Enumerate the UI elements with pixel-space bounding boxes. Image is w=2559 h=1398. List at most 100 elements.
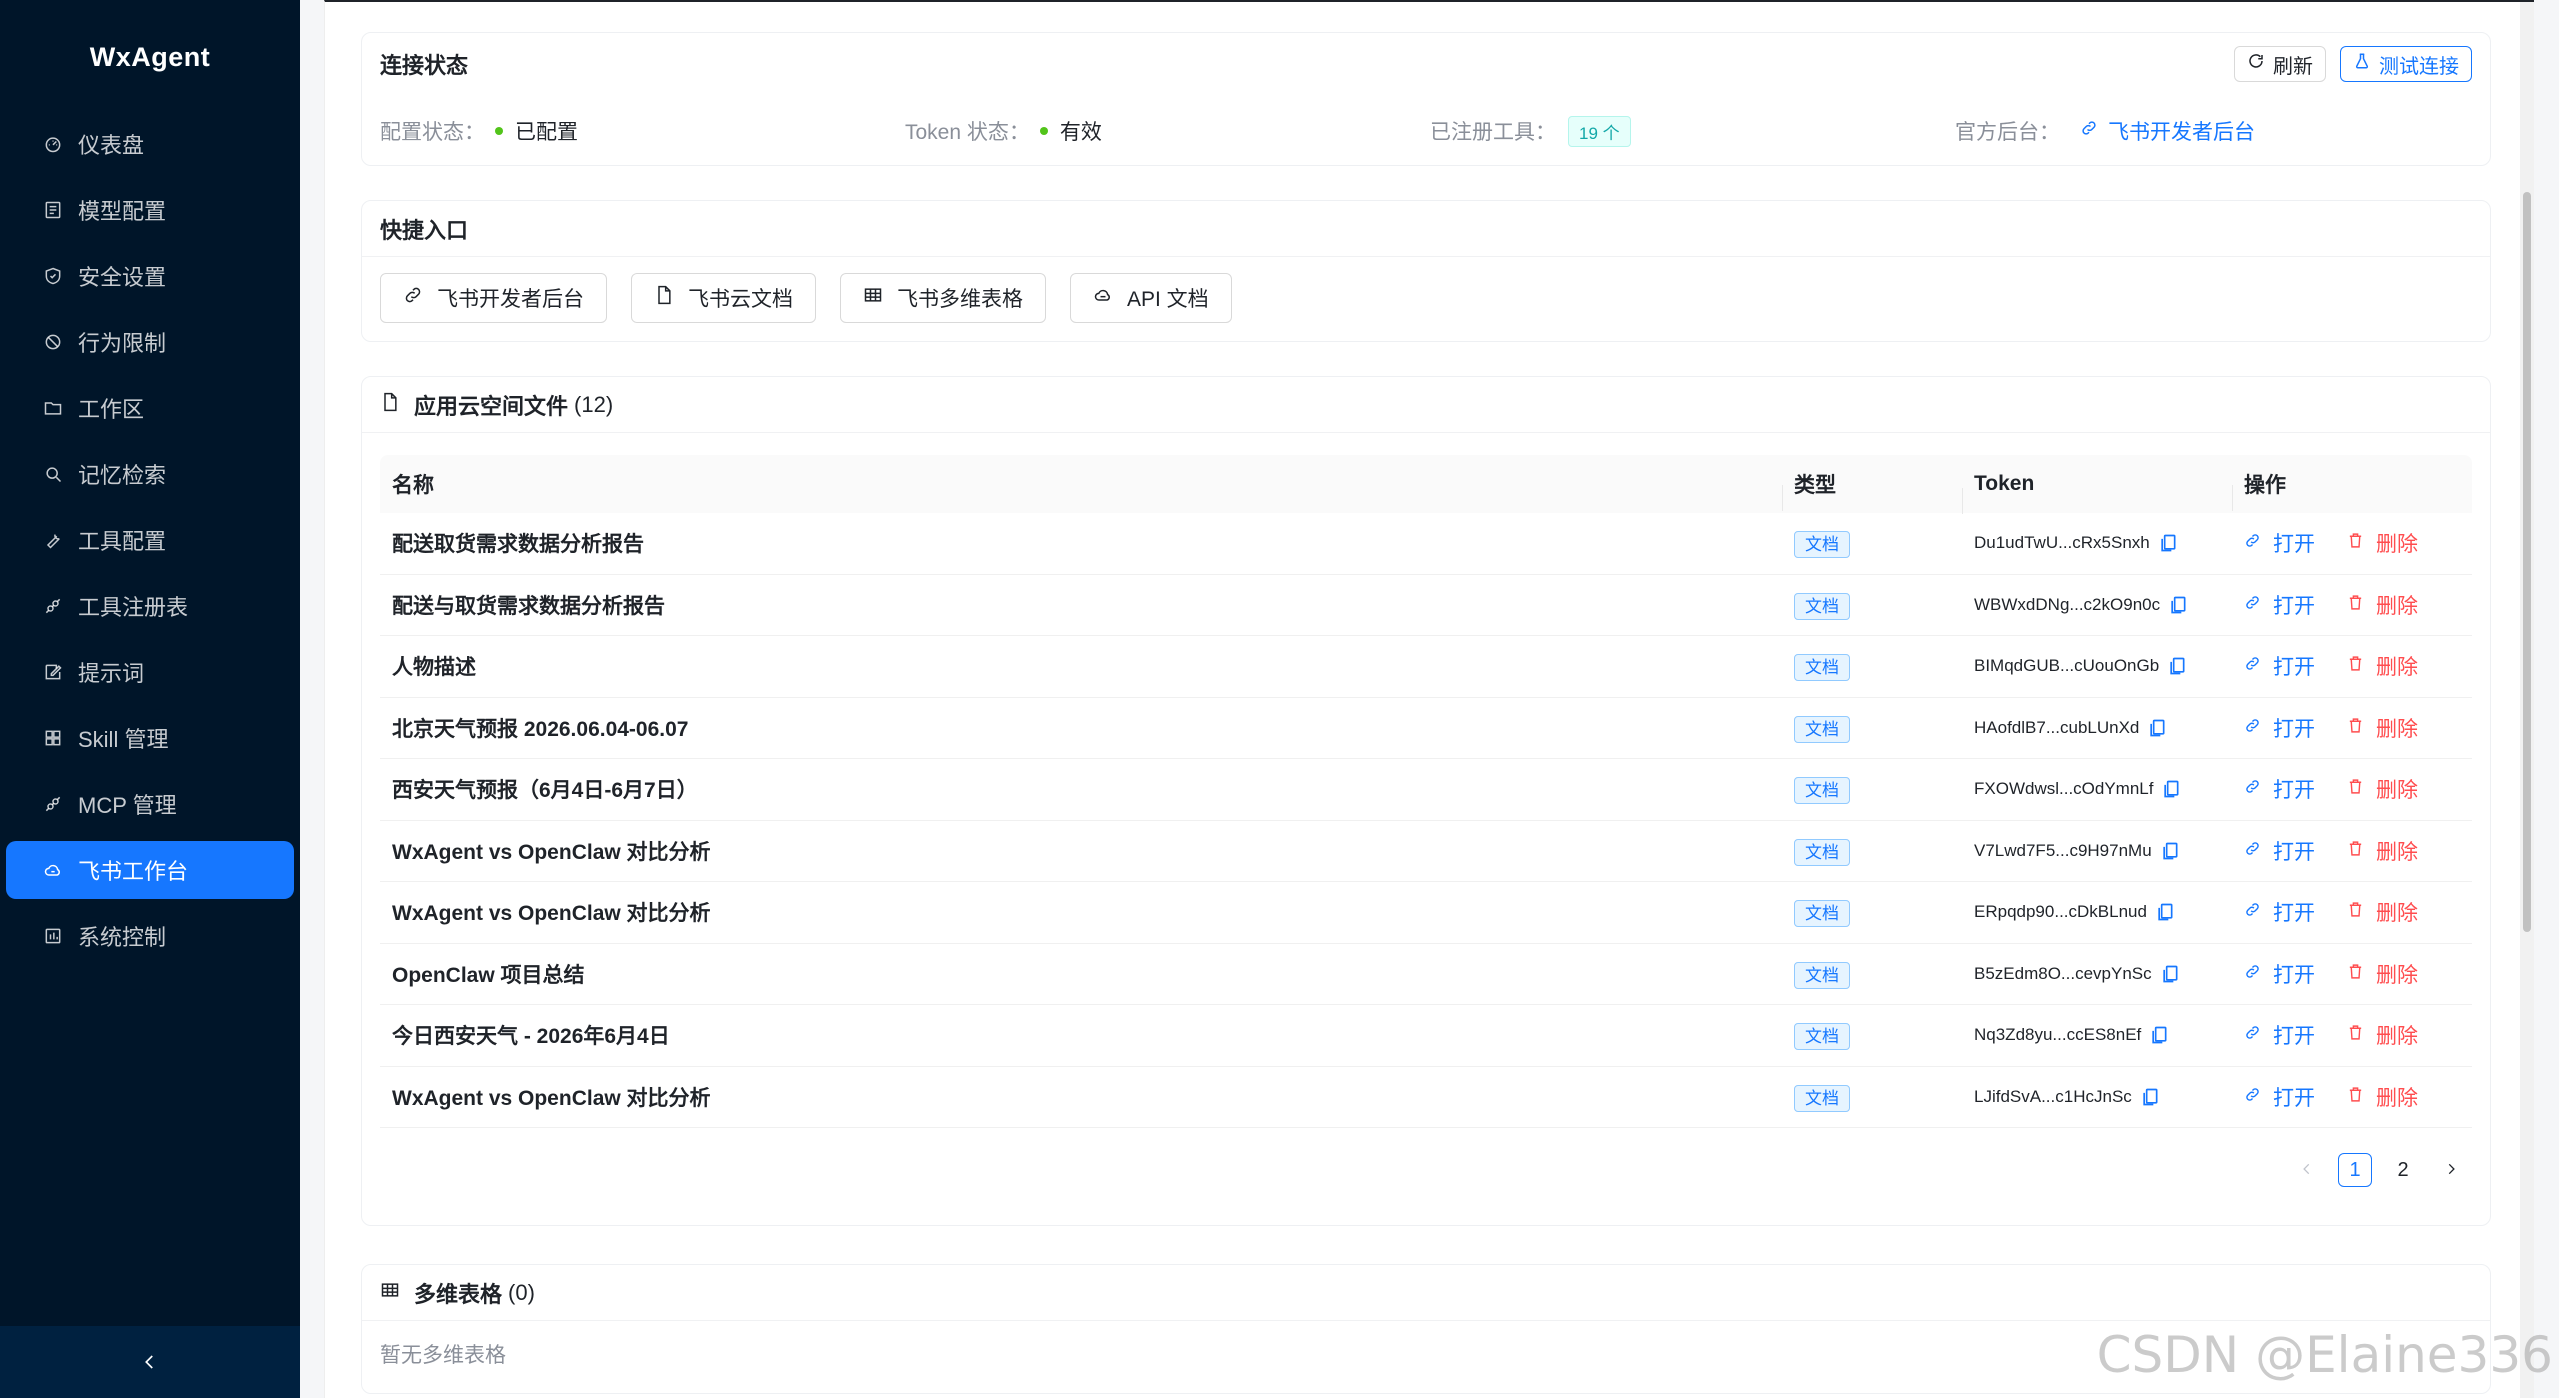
refresh-button[interactable]: 刷新 [2234, 46, 2326, 82]
refresh-label: 刷新 [2273, 55, 2313, 78]
sidebar-item-10[interactable]: MCP 管理 [6, 775, 294, 833]
sidebar-item-label: 系统控制 [78, 925, 167, 950]
quick-entry-button-1[interactable]: 飞书云文档 [631, 273, 816, 323]
copy-icon[interactable] [2161, 778, 2181, 800]
delete-file-button[interactable]: 删除 [2347, 959, 2418, 989]
open-file-button[interactable]: 打开 [2244, 774, 2315, 804]
token-status-label: Token 状态： [905, 121, 1030, 144]
copy-icon[interactable] [2149, 1024, 2169, 1046]
file-name: 配送取货需求数据分析报告 [392, 533, 644, 557]
sidebar-item-3[interactable]: 行为限制 [6, 313, 294, 371]
open-file-button[interactable]: 打开 [2244, 1082, 2315, 1112]
wrench-icon [42, 529, 64, 551]
copy-icon[interactable] [2167, 655, 2187, 677]
sidebar-item-7[interactable]: 工具注册表 [6, 577, 294, 635]
copy-icon[interactable] [2147, 717, 2167, 739]
trash-icon [2347, 1085, 2376, 1109]
open-file-button[interactable]: 打开 [2244, 590, 2315, 620]
open-label: 打开 [2273, 779, 2315, 803]
copy-icon[interactable] [2140, 1086, 2160, 1108]
table-row: WxAgent vs OpenClaw 对比分析 文档 ERpqdp90...c… [380, 882, 2472, 944]
sidebar-item-12[interactable]: 系统控制 [6, 907, 294, 965]
main-content: 连接状态 刷新 测试连接 配置状态： 已配置 Token 状态： 有效 已注册工… [324, 0, 2534, 1398]
copy-icon[interactable] [2158, 532, 2178, 554]
delete-file-button[interactable]: 删除 [2347, 528, 2418, 558]
delete-file-button[interactable]: 删除 [2347, 774, 2418, 804]
sidebar-item-5[interactable]: 记忆检索 [6, 445, 294, 503]
file-token: HAofdlB7...cubLUnXd [1974, 717, 2140, 737]
copy-icon[interactable] [2168, 594, 2188, 616]
sidebar-item-8[interactable]: 提示词 [6, 643, 294, 701]
open-file-button[interactable]: 打开 [2244, 528, 2315, 558]
file-name: WxAgent vs OpenClaw 对比分析 [392, 840, 711, 864]
file-token: WBWxdDNg...c2kO9n0c [1974, 594, 2161, 614]
config-status-value: 已配置 [515, 121, 578, 144]
test-connection-button[interactable]: 测试连接 [2340, 46, 2472, 82]
table-icon [380, 1280, 414, 1306]
open-file-button[interactable]: 打开 [2244, 959, 2315, 989]
delete-file-button[interactable]: 删除 [2347, 897, 2418, 927]
sidebar-item-label: 模型配置 [78, 199, 167, 224]
delete-file-button[interactable]: 删除 [2347, 1082, 2418, 1112]
file-type-badge: 文档 [1794, 654, 1850, 682]
sidebar-item-label: MCP 管理 [78, 793, 177, 818]
open-file-button[interactable]: 打开 [2244, 713, 2315, 743]
config-status: 配置状态： 已配置 [380, 116, 905, 146]
copy-icon[interactable] [2160, 840, 2180, 862]
cloud-files-header: 应用云空间文件 (12) [362, 377, 2490, 433]
link-icon [2244, 1085, 2273, 1109]
open-file-button[interactable]: 打开 [2244, 897, 2315, 927]
sidebar-item-1[interactable]: 模型配置 [6, 181, 294, 239]
scrollbar-thumb[interactable] [2523, 192, 2531, 932]
delete-file-button[interactable]: 删除 [2347, 651, 2418, 681]
quick-entry-button-0[interactable]: 飞书开发者后台 [380, 273, 607, 323]
open-label: 打开 [2273, 902, 2315, 926]
open-file-button[interactable]: 打开 [2244, 836, 2315, 866]
file-token: Nq3Zd8yu...ccES8nEf [1974, 1025, 2142, 1045]
sidebar-item-0[interactable]: 仪表盘 [6, 115, 294, 173]
quick-entry-button-3[interactable]: API 文档 [1070, 273, 1232, 323]
delete-file-button[interactable]: 删除 [2347, 1020, 2418, 1050]
app-logo-title[interactable]: WxAgent [0, 0, 300, 115]
open-label: 打开 [2273, 1086, 2315, 1110]
api-cloud-icon [1093, 285, 1127, 311]
file-token: V7Lwd7F5...c9H97nMu [1974, 840, 2152, 860]
pagination-page-2[interactable]: 2 [2386, 1153, 2420, 1187]
file-name: 今日西安天气 - 2026年6月4日 [392, 1025, 670, 1049]
sidebar-item-11[interactable]: 飞书工作台 [6, 841, 294, 899]
feishu-console-link[interactable]: 飞书开发者后台 [2080, 116, 2255, 146]
sidebar-collapse-button[interactable] [0, 1326, 300, 1398]
open-label: 打开 [2273, 717, 2315, 741]
files-table: 名称 类型 Token 操作 配送取货需求数据分析报告 文档 Du1udTwU.… [380, 455, 2472, 1128]
open-file-button[interactable]: 打开 [2244, 651, 2315, 681]
copy-icon[interactable] [2155, 901, 2175, 923]
trash-icon [2347, 900, 2376, 924]
quick-entry-button-2[interactable]: 飞书多维表格 [840, 273, 1046, 323]
file-name: OpenClaw 项目总结 [392, 963, 585, 987]
sidebar-item-9[interactable]: Skill 管理 [6, 709, 294, 767]
delete-file-button[interactable]: 删除 [2347, 590, 2418, 620]
sidebar: WxAgent 仪表盘 模型配置 安全设置 行为限制 工作区 记忆检索 工具配置… [0, 0, 300, 1398]
pagination-prev-button[interactable] [2290, 1153, 2324, 1187]
sidebar-item-2[interactable]: 安全设置 [6, 247, 294, 305]
file-type-badge: 文档 [1794, 1084, 1850, 1112]
delete-file-button[interactable]: 删除 [2347, 713, 2418, 743]
open-label: 打开 [2273, 840, 2315, 864]
link-icon [2244, 593, 2273, 617]
sidebar-item-4[interactable]: 工作区 [6, 379, 294, 437]
scrollbar[interactable] [2520, 2, 2534, 1398]
pagination-page-1[interactable]: 1 [2338, 1153, 2372, 1187]
table-row: 配送取货需求数据分析报告 文档 Du1udTwU...cRx5Snxh 打开 删… [380, 513, 2472, 575]
col-name-header: 名称 [392, 474, 434, 497]
copy-icon[interactable] [2160, 963, 2180, 985]
sidebar-item-6[interactable]: 工具配置 [6, 511, 294, 569]
connection-status-title: 连接状态 [380, 53, 469, 78]
delete-file-button[interactable]: 删除 [2347, 836, 2418, 866]
open-file-button[interactable]: 打开 [2244, 1020, 2315, 1050]
file-icon [380, 392, 414, 418]
chevron-right-icon [2444, 1159, 2458, 1182]
pagination-next-button[interactable] [2434, 1153, 2468, 1187]
sidebar-item-label: 工具注册表 [78, 595, 189, 620]
table-row: 配送与取货需求数据分析报告 文档 WBWxdDNg...c2kO9n0c 打开 … [380, 575, 2472, 636]
col-token-header: Token [1962, 472, 2232, 514]
